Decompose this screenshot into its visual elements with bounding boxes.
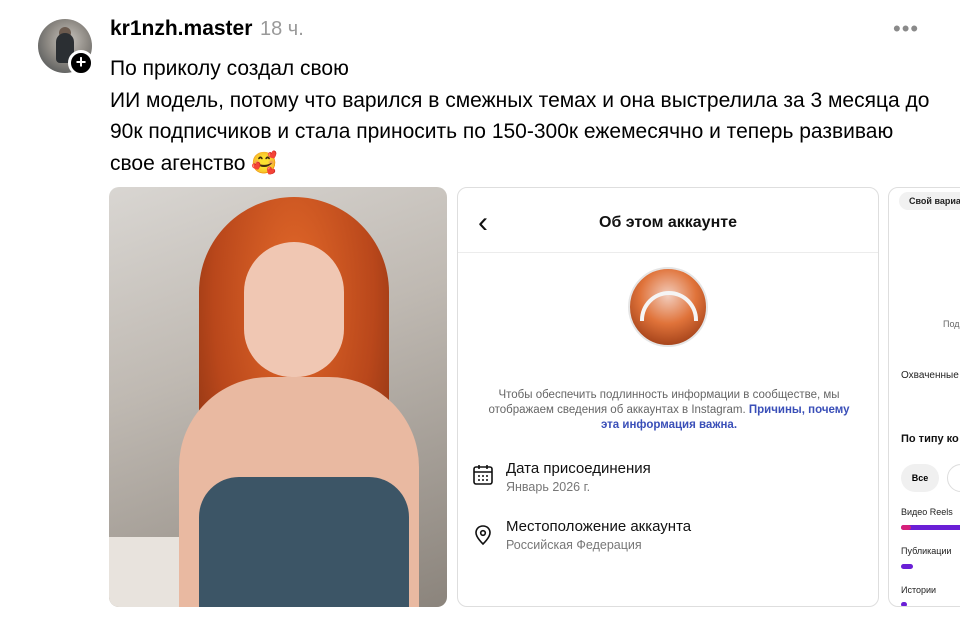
join-date-value: Январь 2026 г.	[506, 480, 591, 494]
calendar-icon	[473, 465, 493, 485]
location-value: Российская Федерация	[506, 538, 642, 552]
custom-option-pill: Свой вариа	[899, 192, 960, 210]
join-date-label: Дата присоединения	[506, 460, 651, 477]
stats-pod-label: Под	[943, 319, 960, 329]
reels-label: Видео Reels	[901, 507, 953, 517]
profile-picture	[628, 267, 708, 347]
chip-next	[947, 464, 960, 492]
more-options-icon[interactable]: •••	[893, 16, 919, 42]
post-image-about-account[interactable]: ‹ Об этом аккаунте Чтобы обеспечить подл…	[457, 187, 879, 607]
chip-all: Все	[901, 464, 939, 492]
info-paragraph: Чтобы обеспечить подлинность информации …	[482, 388, 856, 433]
location-pin-icon	[475, 525, 491, 546]
post-username[interactable]: kr1nzh.master	[110, 17, 252, 41]
follow-plus-icon[interactable]: +	[68, 50, 94, 76]
posts-label: Публикации	[901, 546, 952, 556]
photo-face	[244, 242, 344, 377]
reels-bar-accent	[901, 525, 911, 530]
stories-label: Истории	[901, 585, 937, 595]
reached-label: Охваченные	[901, 370, 959, 381]
about-account-title: Об этом аккаунте	[599, 214, 737, 231]
photo-dress	[199, 477, 409, 607]
headphones-shape	[640, 291, 698, 321]
post-image-portrait[interactable]	[109, 187, 447, 607]
post-image-stats[interactable]: Свой вариа Под Охваченные По типу ко Все…	[888, 187, 960, 607]
stories-bar	[901, 602, 907, 606]
post-timestamp: 18 ч.	[260, 18, 304, 40]
location-label: Местоположение аккаунта	[506, 518, 692, 535]
posts-bar	[901, 564, 913, 569]
post-body-text: По приколу создал свою ИИ модель, потому…	[110, 57, 930, 175]
by-type-heading: По типу ко	[901, 433, 959, 445]
header-divider	[458, 252, 878, 253]
